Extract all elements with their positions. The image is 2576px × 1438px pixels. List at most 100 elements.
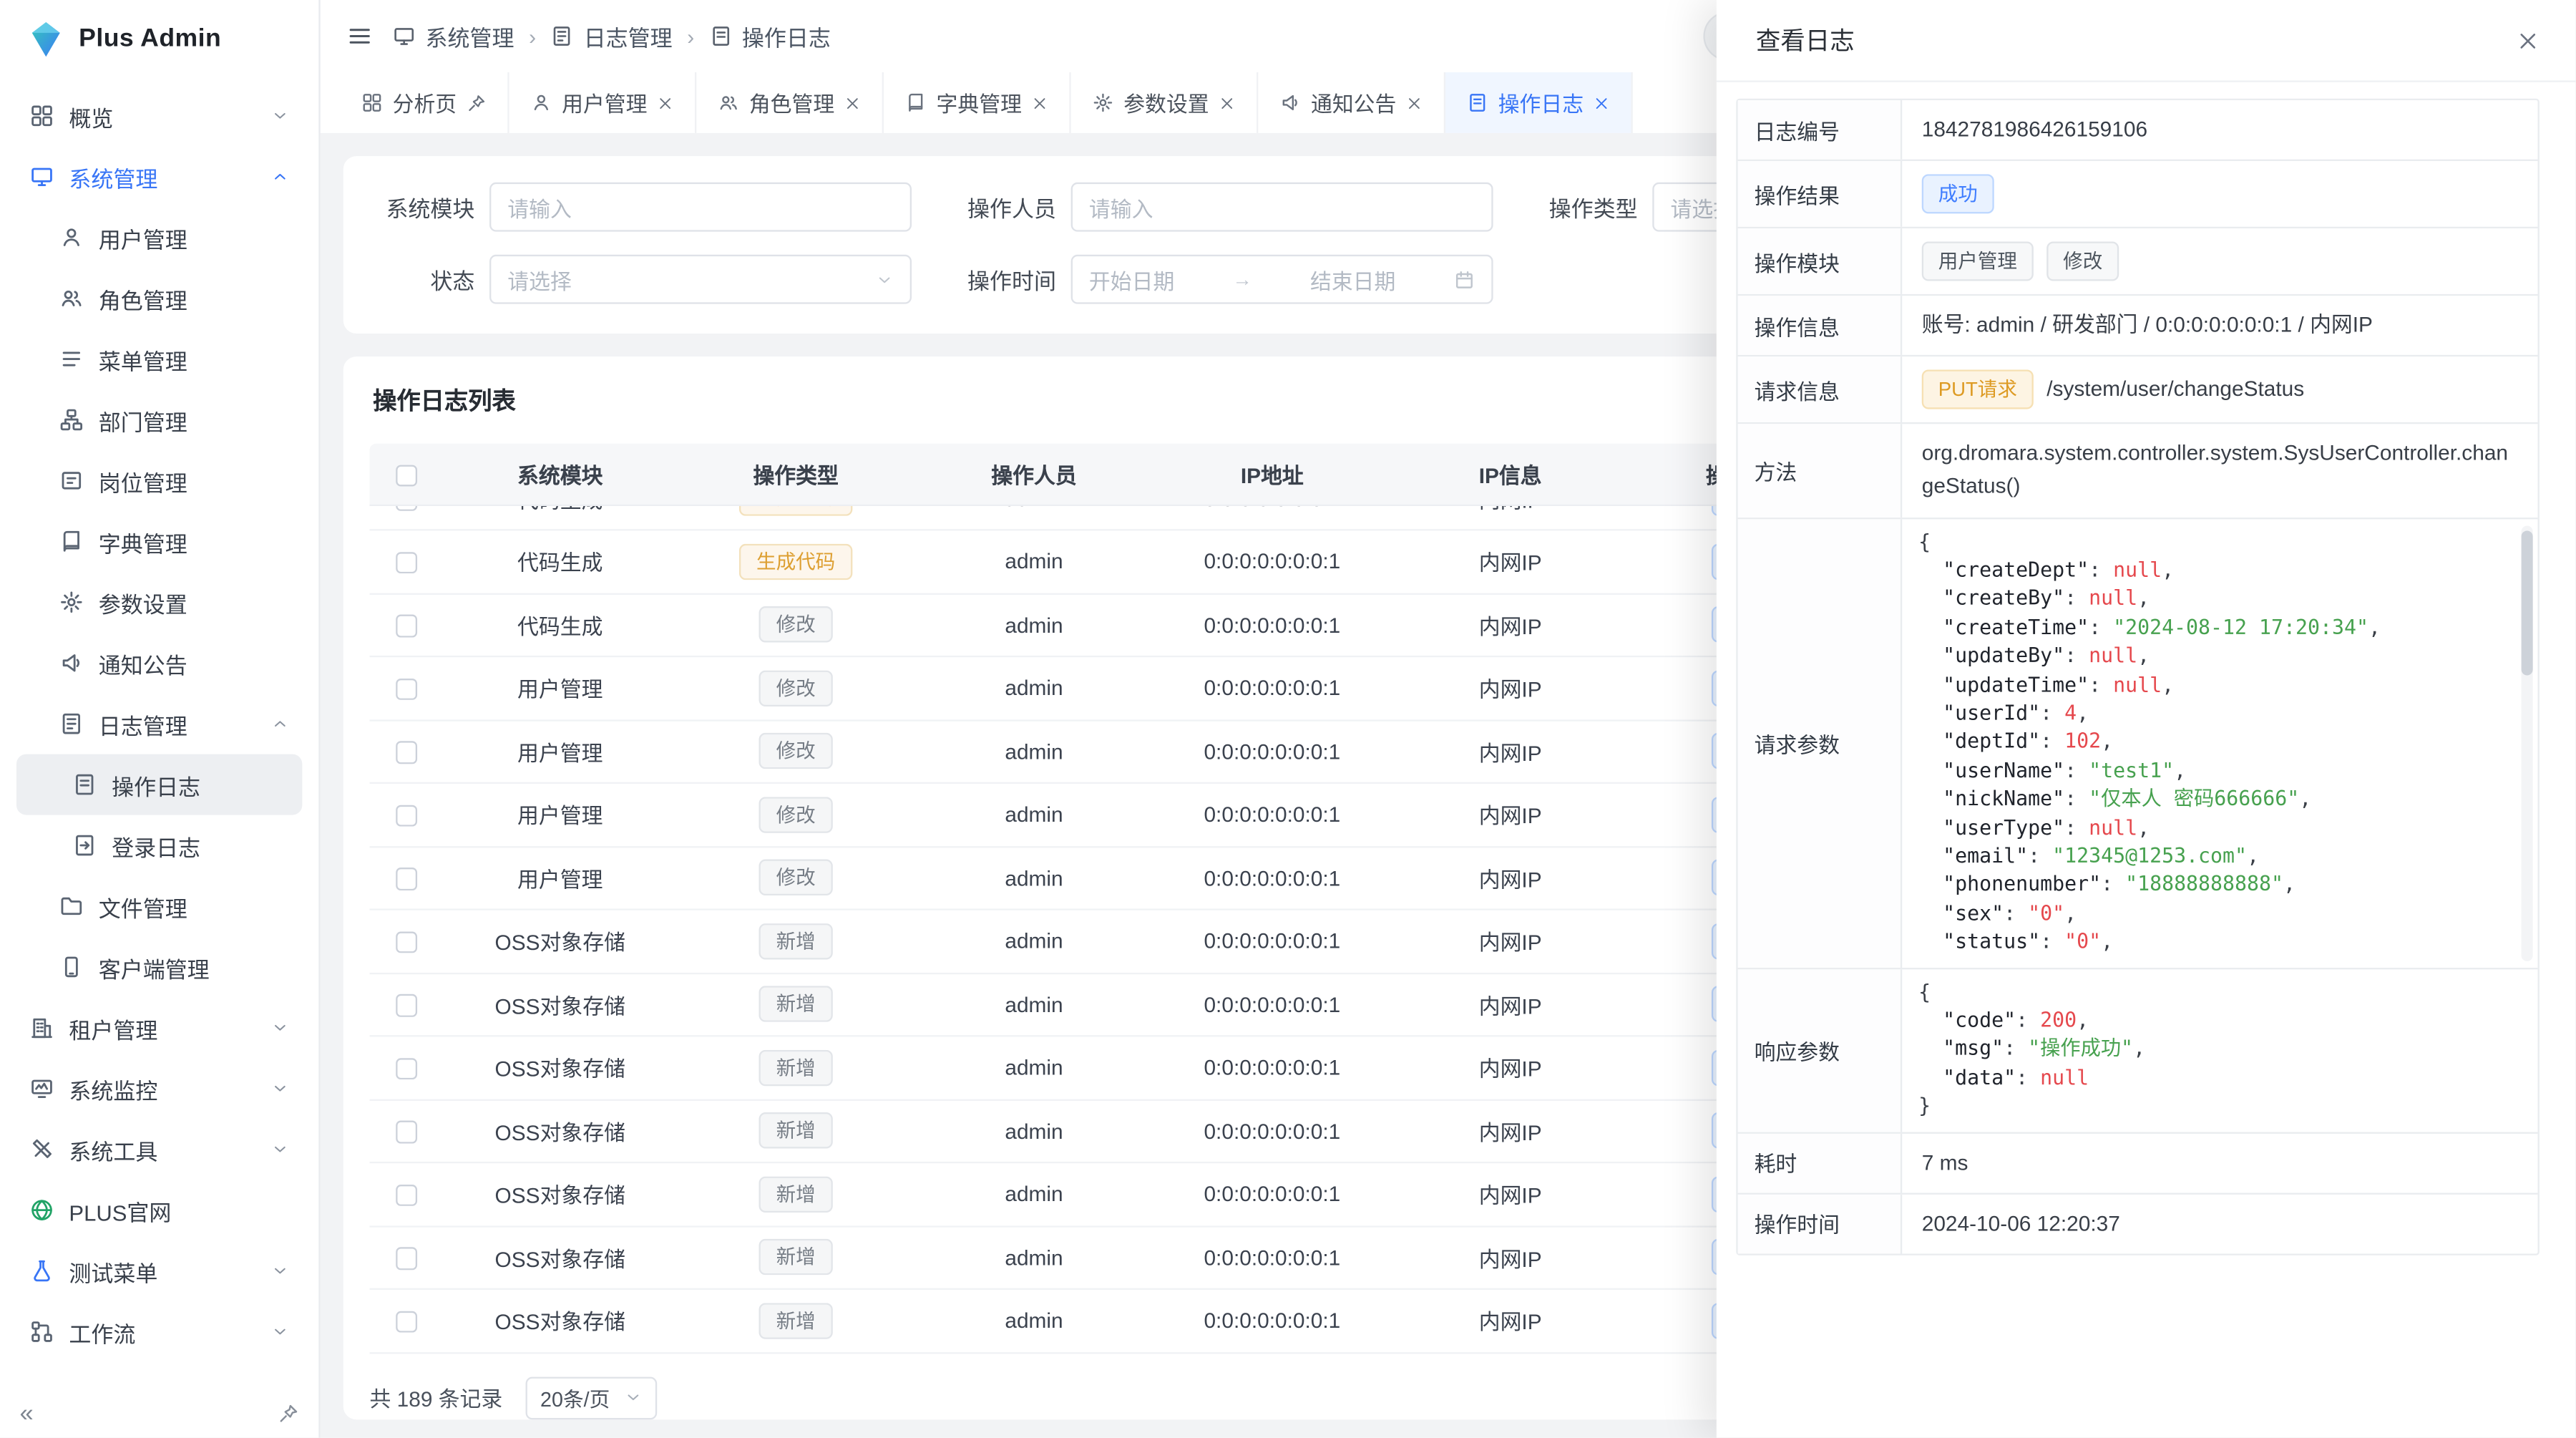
date-range-input[interactable]: 开始日期→结束日期	[1071, 255, 1493, 304]
collapse-sidebar-button[interactable]: «	[20, 1399, 34, 1427]
sidebar-item-system[interactable]: 系统管理	[16, 146, 302, 207]
row-checkbox[interactable]	[396, 1248, 418, 1270]
row-checkbox[interactable]	[396, 615, 418, 637]
sidebar-item-file[interactable]: 文件管理	[16, 876, 302, 937]
cell-ip-info: 内网IP	[1391, 988, 1629, 1020]
cell-action: 生成代码	[677, 543, 915, 580]
close-icon[interactable]	[1032, 94, 1048, 111]
close-icon[interactable]	[844, 94, 861, 111]
detail-row-result: 操作结果成功	[1738, 161, 2538, 228]
cell-ip-info: 内网IP	[1391, 1178, 1629, 1210]
tab-dict[interactable]: 字典管理	[884, 72, 1071, 133]
code-token: :	[2016, 1009, 2040, 1032]
code-token: ,	[2137, 816, 2150, 839]
close-icon[interactable]	[1219, 94, 1235, 111]
tab-operlog[interactable]: 操作日志	[1445, 72, 1633, 133]
filter-select[interactable]: 请选择	[489, 255, 912, 304]
row-checkbox[interactable]	[396, 995, 418, 1017]
scrollbar-thumb[interactable]	[2522, 530, 2533, 674]
filter-input[interactable]: 请输入	[489, 183, 912, 232]
breadcrumb-item[interactable]: 操作日志	[709, 20, 831, 53]
sidebar-item-user[interactable]: 用户管理	[16, 207, 302, 268]
filter-input[interactable]: 请输入	[1071, 183, 1493, 232]
close-icon[interactable]	[657, 94, 673, 111]
sidebar-item-monitor[interactable]: 系统监控	[16, 1058, 302, 1119]
code-token: ,	[2137, 587, 2150, 610]
sidebar-item-tenant[interactable]: 租户管理	[16, 997, 302, 1058]
row-checkbox[interactable]	[396, 1185, 418, 1207]
select-all-checkbox[interactable]	[396, 465, 418, 487]
cell-ip-info: 内网IP	[1391, 672, 1629, 704]
sidebar-item-menu[interactable]: 菜单管理	[16, 329, 302, 389]
breadcrumb-item[interactable]: 日志管理	[551, 20, 673, 53]
code-token: "createBy"	[1943, 587, 2064, 610]
tab-analysis[interactable]: 分析页	[340, 72, 509, 133]
menu-toggle-button[interactable]	[346, 23, 373, 49]
code-token: "0"	[2064, 931, 2101, 953]
sidebar-item-loginlog[interactable]: 登录日志	[16, 815, 302, 876]
row-checkbox[interactable]	[396, 1121, 418, 1143]
close-icon[interactable]	[1406, 94, 1423, 111]
detail-value: { "createDept": null, "createBy": null, …	[1902, 518, 2537, 967]
page-size-select[interactable]: 20条/页	[525, 1376, 657, 1419]
cell-module: OSS对象存储	[444, 1178, 677, 1210]
tab-param[interactable]: 参数设置	[1071, 72, 1259, 133]
code-line: "phonenumber": "18888888888",	[1918, 872, 2521, 900]
tab-role[interactable]: 角色管理	[696, 72, 884, 133]
cell-action: 新增	[677, 923, 915, 959]
row-checkbox[interactable]	[396, 506, 418, 511]
row-checkbox[interactable]	[396, 552, 418, 574]
code-token: ,	[2299, 787, 2311, 810]
code-token	[1918, 701, 1943, 724]
pin-sidebar-icon[interactable]	[278, 1402, 299, 1424]
detail-label: 操作模块	[1738, 228, 1903, 294]
sidebar-item-dept[interactable]: 部门管理	[16, 389, 302, 450]
sidebar-item-notice[interactable]: 通知公告	[16, 633, 302, 694]
tab-user[interactable]: 用户管理	[509, 72, 697, 133]
row-checkbox-cell	[369, 992, 443, 1017]
row-checkbox-cell	[369, 928, 443, 953]
sidebar-item-plus-site[interactable]: PLUS官网	[16, 1180, 302, 1240]
close-icon[interactable]	[1594, 94, 1610, 111]
sidebar-item-param[interactable]: 参数设置	[16, 572, 302, 633]
code-line: "updateTime": null,	[1918, 671, 2521, 700]
detail-label: 耗时	[1738, 1133, 1903, 1192]
code-line: "createBy": null,	[1918, 586, 2521, 614]
sidebar-item-dict[interactable]: 字典管理	[16, 511, 302, 572]
cell-ip-info: 内网IP	[1391, 926, 1629, 957]
sidebar-item-log[interactable]: 日志管理	[16, 694, 302, 754]
code-token: ,	[2247, 845, 2259, 868]
sidebar-item-workflow[interactable]: 工作流	[16, 1301, 302, 1362]
sidebar-item-test[interactable]: 测试菜单	[16, 1240, 302, 1301]
code-token: "0"	[2028, 902, 2064, 925]
row-checkbox[interactable]	[396, 868, 418, 890]
sidebar-item-tools[interactable]: 系统工具	[16, 1119, 302, 1180]
sidebar-item-post[interactable]: 岗位管理	[16, 450, 302, 511]
filter-label: 系统模块	[373, 190, 474, 223]
row-checkbox[interactable]	[396, 742, 418, 764]
placeholder: 请选择	[507, 263, 875, 295]
code-token: :	[2040, 701, 2064, 724]
operlog-icon	[709, 24, 732, 47]
code-token: :	[2064, 816, 2089, 839]
cell-user: admin	[915, 676, 1153, 700]
breadcrumb-item[interactable]: 系统管理	[393, 20, 514, 53]
row-checkbox[interactable]	[396, 1058, 418, 1080]
sidebar-item-role[interactable]: 角色管理	[16, 268, 302, 329]
cell-module: 用户管理	[444, 672, 677, 704]
sidebar-item-overview[interactable]: 概览	[16, 85, 302, 146]
row-checkbox[interactable]	[396, 679, 418, 701]
sidebar-item-operlog[interactable]: 操作日志	[16, 754, 302, 815]
row-checkbox[interactable]	[396, 931, 418, 953]
close-icon[interactable]	[2517, 29, 2540, 52]
tab-notice[interactable]: 通知公告	[1259, 72, 1446, 133]
row-checkbox[interactable]	[396, 805, 418, 827]
sidebar-item-client[interactable]: 客户端管理	[16, 936, 302, 997]
param-icon	[59, 590, 84, 614]
row-checkbox[interactable]	[396, 1311, 418, 1333]
sidebar: Plus Admin 概览系统管理用户管理角色管理菜单管理部门管理岗位管理字典管…	[0, 0, 321, 1438]
cell-ip: 0:0:0:0:0:0:0:1	[1153, 613, 1391, 637]
system-icon	[393, 24, 416, 47]
detail-row-info: 操作信息账号: admin / 研发部门 / 0:0:0:0:0:0:0:1 /…	[1738, 296, 2538, 357]
code-line: "status": "0",	[1918, 929, 2521, 958]
